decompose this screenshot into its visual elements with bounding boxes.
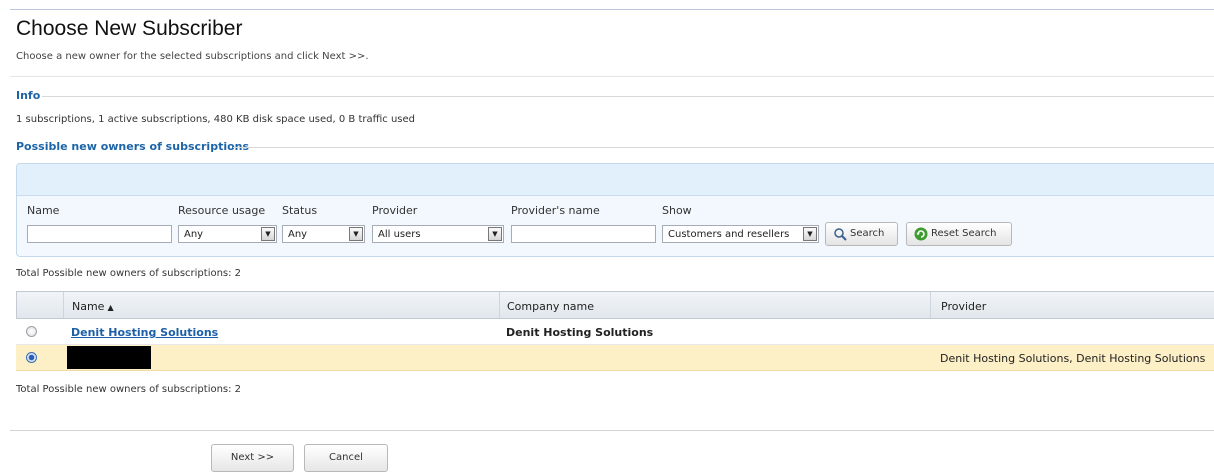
footer-divider [10,430,1214,431]
reset-search-button-label: Reset Search [931,228,997,239]
row-provider: Denit Hosting Solutions, Denit Hosting S… [940,352,1206,365]
filter-name-input[interactable] [27,225,172,243]
reset-search-button[interactable]: Reset Search [906,222,1012,246]
filter-providers-name-input[interactable] [511,225,656,243]
filter-panel-header [17,164,1214,196]
refresh-icon [914,227,928,241]
column-separator [63,292,64,318]
filter-show-value: Customers and resellers [668,229,790,240]
table-header: Name ▲ Company name Provider [16,291,1214,319]
info-summary: 1 subscriptions, 1 active subscriptions,… [16,114,416,125]
total-count-top: Total Possible new owners of subscriptio… [16,268,242,279]
dropdown-arrow-icon[interactable]: ▼ [349,227,363,241]
filter-resource-usage-value: Any [184,229,204,240]
magnifier-icon [834,228,847,241]
next-button[interactable]: Next >> [211,444,294,472]
filter-name-label: Name [27,204,60,217]
top-divider [10,9,1214,10]
row-company: Denit Hosting Solutions [506,326,654,339]
cancel-button[interactable]: Cancel [304,444,388,472]
owners-table: Name ▲ Company name Provider Denit Hostin… [16,291,1214,371]
owners-heading-rule [233,147,1214,148]
search-button-label: Search [850,228,885,239]
filter-status-label: Status [282,204,318,217]
column-separator [930,292,931,318]
filter-show-select[interactable]: Customers and resellers ▼ [662,225,819,243]
page-subtitle: Choose a new owner for the selected subs… [16,51,369,62]
section-divider [10,76,1214,77]
column-provider-header[interactable]: Provider [941,300,986,313]
column-name-header[interactable]: Name ▲ [72,300,114,313]
search-filter-panel: Name Resource usage Any ▼ Status Any ▼ P… [16,163,1214,257]
filter-resource-usage-select[interactable]: Any ▼ [178,225,277,243]
info-heading: Info [16,89,1214,102]
info-heading-rule [42,96,1214,97]
dropdown-arrow-icon[interactable]: ▼ [261,227,275,241]
column-separator [499,292,500,318]
row-name-link[interactable]: Denit Hosting Solutions [71,326,218,339]
filter-status-value: Any [288,229,308,240]
sort-ascending-icon: ▲ [107,303,114,312]
page-title: Choose New Subscriber [16,17,243,40]
filter-show-label: Show [662,204,692,217]
info-heading-label: Info [16,89,41,102]
column-name-label: Name [72,300,105,313]
filter-providers-name-label: Provider's name [511,204,600,217]
filter-provider-label: Provider [372,204,418,217]
owners-heading-label: Possible new owners of subscriptions [16,140,250,153]
redacted-name [67,346,151,369]
row-select-radio[interactable] [26,326,37,337]
filter-provider-select[interactable]: All users ▼ [372,225,504,243]
table-row[interactable]: Denit Hosting Solutions, Denit Hosting S… [16,345,1214,371]
search-button[interactable]: Search [825,222,898,246]
row-select-radio[interactable] [26,352,37,363]
filter-provider-value: All users [378,229,421,240]
dropdown-arrow-icon[interactable]: ▼ [488,227,502,241]
total-count-bottom: Total Possible new owners of subscriptio… [16,384,242,395]
dropdown-arrow-icon[interactable]: ▼ [803,227,817,241]
table-row[interactable]: Denit Hosting Solutions Denit Hosting So… [16,319,1214,345]
filter-resource-usage-label: Resource usage [178,204,266,217]
owners-heading: Possible new owners of subscriptions [16,140,1214,153]
filter-status-select[interactable]: Any ▼ [282,225,365,243]
column-company-header[interactable]: Company name [507,300,594,313]
